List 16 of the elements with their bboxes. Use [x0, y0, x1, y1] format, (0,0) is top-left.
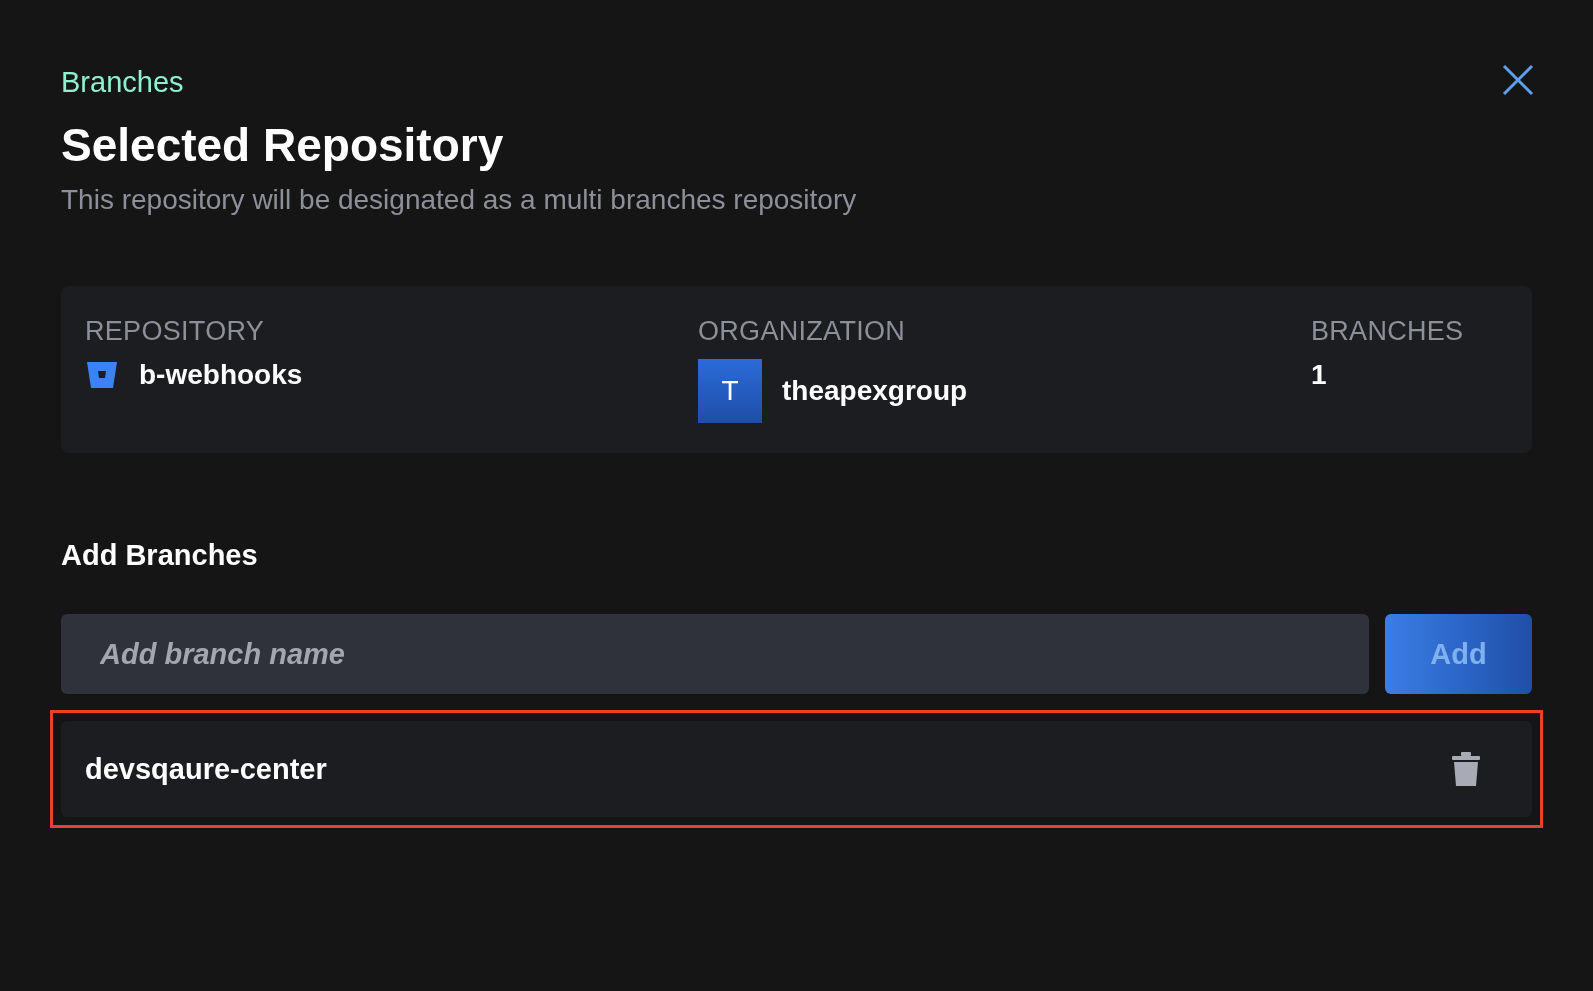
organization-avatar: T — [698, 359, 762, 423]
branch-count: 1 — [1311, 359, 1327, 391]
column-label: REPOSITORY — [85, 316, 266, 347]
dialog-subtitle: This repository will be designated as a multi branches repository — [61, 184, 858, 216]
trash-icon — [1452, 752, 1480, 786]
branch-name-field[interactable]: Add branch name — [61, 614, 1369, 694]
bucket-icon — [85, 360, 119, 390]
branch-name: devsqaure-center — [85, 752, 327, 786]
close-icon — [1502, 64, 1534, 96]
organization-name: theapexgroup — [782, 375, 968, 407]
column-label: BRANCHES — [1311, 316, 1465, 347]
dialog-eyebrow: Branches — [61, 66, 184, 99]
dialog-title: Selected Repository — [61, 118, 505, 172]
column-label: ORGANIZATION — [698, 316, 907, 347]
section-heading: Add Branches — [61, 539, 259, 572]
repository-name: b-webhooks — [139, 359, 303, 391]
